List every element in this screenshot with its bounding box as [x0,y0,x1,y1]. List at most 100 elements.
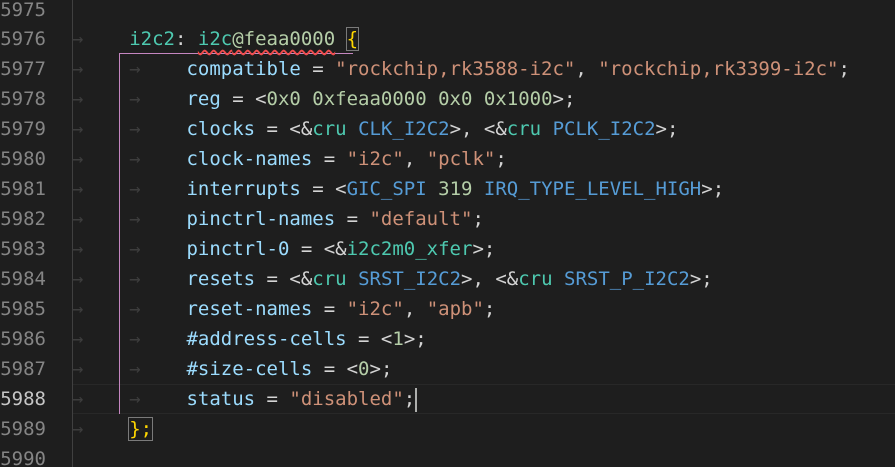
string-value: "disabled" [289,388,404,410]
property-key: status [186,388,256,410]
string-value: "default" [369,208,473,230]
number-value: 0 [358,358,370,380]
tab-arrow-icon: → [72,388,84,410]
open-brace: { [345,27,360,51]
code-line[interactable]: → i2c2: i2c@feaa0000 { [72,24,360,54]
string-value: "i2c" [346,298,404,320]
node-address: @feaa0000 [232,28,336,50]
string-value: "pclk" [426,148,496,170]
line-number: 5979 [0,118,46,140]
line-number: 5977 [0,58,46,80]
tab-arrow-icon: → [72,418,84,440]
code-line-active[interactable]: → → status = "disabled"; [72,384,418,414]
line-number: 5982 [0,208,46,230]
line-number: 5990 [0,448,46,467]
property-key: clock-names [186,148,313,170]
code-line[interactable]: → → compatible = "rockchip,rk3588-i2c", … [72,54,850,84]
macro-constant: SRST_I2C2 [358,268,462,290]
line-number: 5989 [0,418,46,440]
code-line[interactable]: → → interrupts = <GIC_SPI 319 IRQ_TYPE_L… [72,174,724,204]
phandle-ref: cru [518,268,553,290]
property-key: #size-cells [186,358,313,380]
line-number: 5983 [0,238,46,260]
tab-arrow-icon: → [72,298,84,320]
property-key: resets [186,268,256,290]
property-key: interrupts [186,178,301,200]
tab-arrow-icon: → [129,268,141,290]
tab-arrow-icon: → [129,118,141,140]
property-key: compatible [186,58,301,80]
tab-arrow-icon: → [72,148,84,170]
tab-arrow-icon: → [129,238,141,260]
property-key: #address-cells [186,328,347,350]
line-number-active: 5988 [0,388,46,410]
colon: : [174,28,198,50]
tab-arrow-icon: → [129,178,141,200]
tab-arrow-icon: → [72,58,84,80]
code-line[interactable]: → → clocks = <&cru CLK_I2C2>, <&cru PCLK… [72,114,678,144]
node-label: i2c2 [129,28,175,50]
close-brace: }; [128,417,154,441]
code-line[interactable]: → → #address-cells = <1>; [72,324,427,354]
line-number: 5976 [0,28,46,50]
code-line[interactable]: → → clock-names = "i2c", "pclk"; [72,144,507,174]
code-line[interactable]: → → reset-names = "i2c", "apb"; [72,294,495,324]
tab-arrow-icon: → [72,28,84,50]
phandle-ref: cru [506,118,542,140]
tab-arrow-icon: → [72,118,84,140]
property-key: reset-names [186,298,313,320]
tab-arrow-icon: → [72,178,84,200]
macro-constant: PCLK_I2C2 [552,118,656,140]
property-key: reg [186,88,221,110]
macro-constant: GIC_SPI [346,178,427,200]
tab-arrow-icon: → [72,358,84,380]
tab-arrow-icon: → [72,268,84,290]
code-content[interactable]: → i2c2: i2c@feaa0000 { → → compatible = … [72,0,895,467]
string-value: "apb" [426,298,484,320]
tab-arrow-icon: → [129,328,141,350]
tab-arrow-icon: → [129,58,141,80]
line-number: 5987 [0,358,46,380]
tab-arrow-icon: → [129,298,141,320]
text-cursor [415,387,418,412]
tab-arrow-icon: → [129,208,141,230]
code-line[interactable]: → → pinctrl-names = "default"; [72,204,484,234]
line-number: 5985 [0,298,46,320]
property-key: pinctrl-names [186,208,336,230]
cell-values: 0x0 0xfeaa0000 0x0 0x1000 [266,88,553,110]
error-squiggle[interactable]: i2c@feaa0000 [198,28,335,50]
string-value: "i2c" [346,148,404,170]
line-number: 5978 [0,88,46,110]
line-number-gutter[interactable]: 5975 5976 5977 5978 5979 5980 5981 5982 … [0,0,72,467]
code-line[interactable]: → }; [72,414,154,444]
tab-arrow-icon: → [129,88,141,110]
macro-constant: IRQ_TYPE_LEVEL_HIGH [483,178,702,200]
number-value: 1 [392,328,404,350]
macro-constant: CLK_I2C2 [358,118,450,140]
code-line[interactable]: → → pinctrl-0 = <&i2c2m0_xfer>; [72,234,495,264]
phandle-ref: cru [312,268,347,290]
string-value: "rockchip,rk3588-i2c" [335,58,576,80]
tab-arrow-icon: → [129,358,141,380]
phandle-ref: cru [312,118,347,140]
node-name: i2c [197,28,233,50]
property-key: pinctrl-0 [186,238,290,260]
line-number: 5980 [0,148,46,170]
code-line[interactable]: → → reg = <0x0 0xfeaa0000 0x0 0x1000>; [72,84,575,114]
code-line[interactable]: → → #size-cells = <0>; [72,354,392,384]
line-number: 5986 [0,328,46,350]
phandle-ref: i2c2m0_xfer [346,238,473,260]
tab-arrow-icon: → [129,388,141,410]
line-number: 5984 [0,268,46,290]
tab-arrow-icon: → [129,148,141,170]
line-number: 5975 [0,0,46,21]
code-editor[interactable]: 5975 5976 5977 5978 5979 5980 5981 5982 … [0,0,895,467]
property-key: clocks [186,118,256,140]
code-line[interactable]: → → resets = <&cru SRST_I2C2>, <&cru SRS… [72,264,713,294]
tab-arrow-icon: → [72,88,84,110]
tab-arrow-icon: → [72,238,84,260]
tab-arrow-icon: → [72,328,84,350]
line-number: 5981 [0,178,46,200]
macro-constant: SRST_P_I2C2 [564,268,690,290]
string-value: "rockchip,rk3399-i2c" [598,58,839,80]
